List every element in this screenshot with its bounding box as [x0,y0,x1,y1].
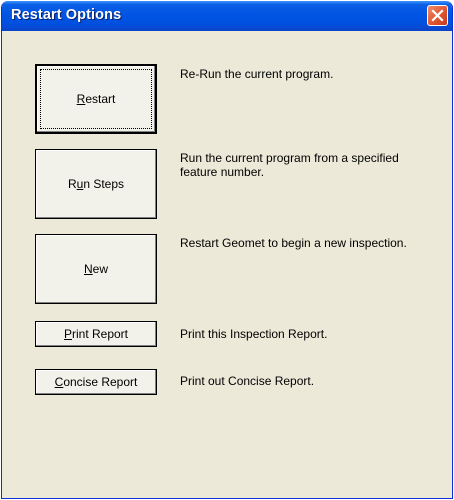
run-steps-button[interactable]: Run Steps [35,149,157,219]
print-report-description: Print this Inspection Report. [180,327,328,341]
window-title: Restart Options [11,7,122,23]
run-steps-description: Run the current program from a specified… [180,151,399,179]
concise-report-button-label: Concise Report [54,375,138,389]
run-steps-button-label: Run Steps [67,177,125,191]
new-button-label: New [83,262,108,276]
new-button[interactable]: New [35,234,157,304]
restart-button[interactable]: Restart [35,64,157,134]
concise-report-button[interactable]: Concise Report [35,369,157,395]
print-report-button-label: Print Report [63,327,129,341]
close-icon [431,9,444,22]
restart-options-dialog: Restart Options Restart Re-Run the curre… [1,1,453,499]
restart-description: Re-Run the current program. [180,67,334,81]
close-button[interactable] [427,5,448,26]
title-bar[interactable]: Restart Options [2,1,452,31]
focus-rectangle [40,69,152,129]
dialog-body: Restart Re-Run the current program. Run … [5,31,449,495]
new-description: Restart Geomet to begin a new inspection… [180,236,407,250]
print-report-button[interactable]: Print Report [35,321,157,347]
concise-report-description: Print out Concise Report. [180,374,315,388]
